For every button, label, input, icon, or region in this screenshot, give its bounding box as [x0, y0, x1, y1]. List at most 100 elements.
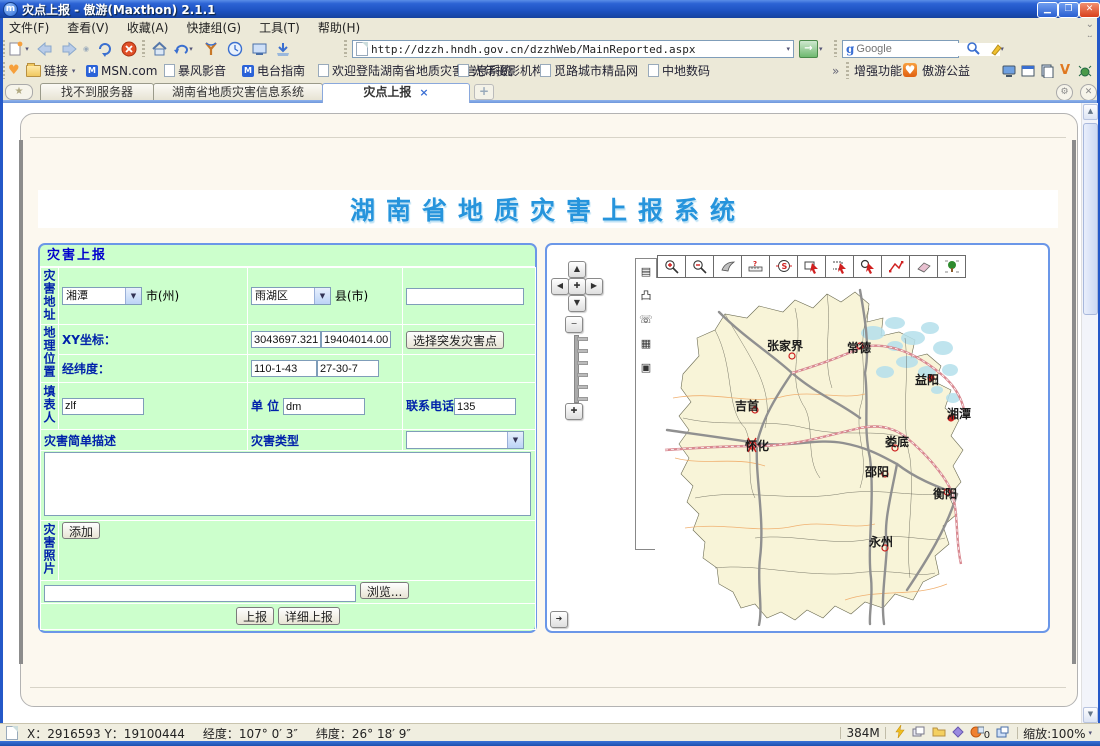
menu-favorites[interactable]: 收藏(A) — [118, 19, 178, 36]
refresh-button[interactable] — [94, 39, 116, 58]
tab-server-not-found[interactable]: 找不到服务器 — [40, 83, 154, 101]
map-pan-button[interactable] — [714, 255, 742, 278]
county-select[interactable]: 雨湖区▼ — [251, 287, 331, 305]
zoom-out-step-button[interactable]: − — [565, 316, 583, 333]
detail-submit-button[interactable]: 详细上报 — [278, 607, 340, 625]
plugin-crab-icon[interactable] — [1078, 63, 1092, 78]
stop-button[interactable] — [118, 39, 140, 58]
longitude-input[interactable] — [251, 360, 317, 377]
new-tab-button[interactable]: ▾ — [7, 39, 29, 58]
zoom-in-step-button[interactable]: ✚ — [565, 403, 583, 420]
submit-button[interactable]: 上报 — [236, 607, 274, 625]
menu-help[interactable]: 帮助(H) — [309, 19, 369, 36]
v-plugin-icon[interactable]: V — [1060, 63, 1070, 78]
extras-grip[interactable] — [846, 62, 849, 79]
capture-button[interactable] — [248, 39, 270, 58]
menu-file[interactable]: 文件(F) — [0, 19, 58, 36]
map-zoom-out-button[interactable] — [686, 255, 714, 278]
layer-image-icon[interactable]: ▣ — [639, 360, 654, 375]
vertical-scrollbar[interactable]: ▲ ▼ — [1081, 103, 1098, 723]
reporter-input[interactable] — [62, 398, 144, 415]
map-full-extent-button[interactable] — [938, 255, 966, 278]
new-tab-plus-button[interactable]: + — [474, 84, 494, 100]
layer-province-icon[interactable]: ☏ — [639, 312, 654, 327]
favorites-heart-icon[interactable]: ♥ — [8, 63, 20, 78]
boost-icon[interactable] — [894, 725, 906, 741]
chevron-down-icon[interactable]: ▼ — [507, 432, 523, 448]
map-measure-button[interactable]: ? — [742, 255, 770, 278]
y-coordinate-input[interactable] — [321, 331, 391, 348]
restore-button[interactable]: ❐ — [1058, 2, 1079, 18]
phone-input[interactable] — [454, 398, 516, 415]
layer-road-icon[interactable]: ▦ — [639, 336, 654, 351]
chevron-down-icon[interactable]: ▼ — [125, 288, 141, 304]
add-photo-button[interactable]: 添加 — [62, 522, 100, 539]
go-dropdown-icon[interactable]: ▾ — [819, 45, 823, 53]
blocked-count-badge[interactable]: 0 — [970, 725, 990, 741]
link-radio[interactable]: M电台指南 — [242, 63, 305, 78]
browse-button[interactable]: 浏览... — [360, 582, 409, 599]
map-identify-button[interactable] — [854, 255, 882, 278]
links-overflow-chevron[interactable]: » — [832, 63, 839, 78]
address-dropdown-icon[interactable]: ▾ — [786, 45, 790, 53]
layer-scale-icon[interactable]: ▤ — [639, 264, 654, 279]
tab-tools-button[interactable]: ⚙ — [1056, 84, 1073, 101]
highlight-button[interactable] — [985, 39, 1007, 58]
address-grip[interactable] — [344, 40, 347, 57]
pan-right-button[interactable]: ▶ — [585, 278, 603, 295]
hunan-map[interactable]: 张家界 常德 益阳 吉首 怀化 湘潭 娄底 邵阳 衡阳 永州 — [655, 278, 972, 626]
home-button[interactable] — [148, 39, 170, 58]
tab-hunan-info-system[interactable]: 湖南省地质灾害信息系统 — [153, 83, 323, 101]
search-box[interactable]: g ▾ — [842, 40, 959, 58]
scroll-up-icon[interactable]: ▲ — [1083, 104, 1098, 120]
collapse-arrow-button[interactable]: ➜ — [550, 611, 568, 628]
scrollbar-thumb[interactable] — [1083, 123, 1098, 315]
zoom-dropdown-icon[interactable]: ▾ — [1088, 729, 1092, 737]
undo-button[interactable]: ▾ — [172, 39, 194, 58]
photo-file-input[interactable] — [44, 585, 356, 602]
map-select-polygon-button[interactable] — [826, 255, 854, 278]
tab-close-all-button[interactable]: ✕ — [1080, 84, 1097, 101]
pan-down-button[interactable]: ▼ — [568, 295, 586, 312]
tab-disaster-report[interactable]: 灾点上报× — [322, 83, 470, 103]
tab-star-button[interactable]: ★ — [5, 84, 33, 100]
map-select-rect-button[interactable] — [798, 255, 826, 278]
link-photo[interactable]: 光年摄影机构 — [458, 63, 544, 78]
pages-icon[interactable] — [912, 726, 926, 741]
close-button[interactable]: ✕ — [1079, 2, 1100, 18]
address-input[interactable] — [371, 43, 786, 56]
search-go-button[interactable] — [962, 39, 984, 58]
map-draw-line-button[interactable] — [882, 255, 910, 278]
charity-icon[interactable]: ♥ — [903, 63, 917, 77]
menu-view[interactable]: 查看(V) — [58, 19, 118, 36]
map-eraser-button[interactable] — [910, 255, 938, 278]
unit-input[interactable] — [283, 398, 365, 415]
scroll-down-icon[interactable]: ▼ — [1083, 707, 1098, 723]
description-textarea[interactable] — [44, 452, 531, 516]
minimize-button[interactable]: ▁ — [1037, 2, 1058, 18]
map-scale-button[interactable]: S — [770, 255, 798, 278]
chevron-down-icon[interactable]: ▼ — [314, 288, 330, 304]
pan-up-button[interactable]: ▲ — [568, 261, 586, 278]
resize-window-icon[interactable] — [996, 726, 1009, 741]
pick-disaster-point-button[interactable]: 选择突发灾害点 — [406, 331, 504, 349]
ad-hunter-button[interactable] — [200, 39, 222, 58]
x-coordinate-input[interactable] — [251, 331, 321, 348]
address-bar[interactable]: ▾ — [352, 40, 794, 58]
pan-center-button[interactable]: ✚ — [568, 278, 586, 295]
zoom-level[interactable]: 缩放:100% — [1023, 725, 1085, 742]
window-icon[interactable] — [1021, 63, 1035, 78]
link-milu[interactable]: 觅路城市精品网 — [540, 63, 638, 78]
download-button[interactable] — [272, 39, 294, 58]
pan-left-button[interactable]: ◀ — [551, 278, 569, 295]
menu-groups[interactable]: 快捷组(G) — [177, 19, 250, 36]
history-button[interactable] — [224, 39, 246, 58]
disaster-type-select[interactable]: ▼ — [406, 431, 524, 449]
forward-button[interactable] — [58, 39, 80, 58]
zoom-slider-track[interactable] — [574, 335, 579, 403]
layer-city-icon[interactable]: 凸 — [639, 288, 654, 303]
link-msn[interactable]: MMSN.com — [86, 63, 157, 78]
folder-icon[interactable] — [932, 726, 946, 740]
charity-button[interactable]: 傲游公益 — [922, 63, 970, 78]
link-zhongdi[interactable]: 中地数码 — [648, 63, 710, 78]
